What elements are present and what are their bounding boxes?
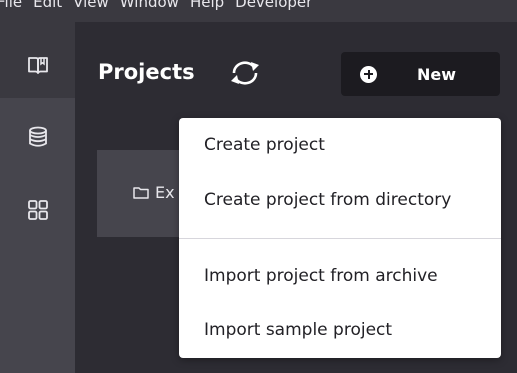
new-project-menu: Create project Create project from direc… [179,118,501,358]
menu-help[interactable]: Help [190,0,235,10]
book-open-icon [27,57,48,74]
grid-icon [27,200,48,220]
menu-item-create-project[interactable]: Create project [204,135,325,155]
project-card-label: Ex [155,183,175,202]
project-card-title: Ex [133,183,175,202]
folder-icon [133,187,149,199]
new-button[interactable]: New [341,52,500,96]
menu-divider [179,238,501,239]
menu-file[interactable]: File [0,0,33,10]
refresh-button[interactable] [225,57,265,89]
page-title: Projects [98,60,195,84]
sidebar-item-projects[interactable] [0,44,75,88]
menu-edit[interactable]: Edit [33,0,73,10]
menu-bar: File Edit View Window Help Developer [0,0,517,22]
database-icon [28,126,47,147]
new-button-label: New [417,64,457,84]
menu-developer[interactable]: Developer [235,0,323,10]
sync-icon [231,61,259,85]
menu-window[interactable]: Window [120,0,190,10]
menu-view[interactable]: View [73,0,120,10]
menu-item-create-from-directory[interactable]: Create project from directory [204,190,451,210]
plus-circle-icon [360,65,377,83]
menu-item-import-sample[interactable]: Import sample project [204,320,392,340]
menu-item-import-archive[interactable]: Import project from archive [204,266,438,286]
sidebar-item-database[interactable] [0,115,75,159]
sidebar-item-components[interactable] [0,188,75,232]
